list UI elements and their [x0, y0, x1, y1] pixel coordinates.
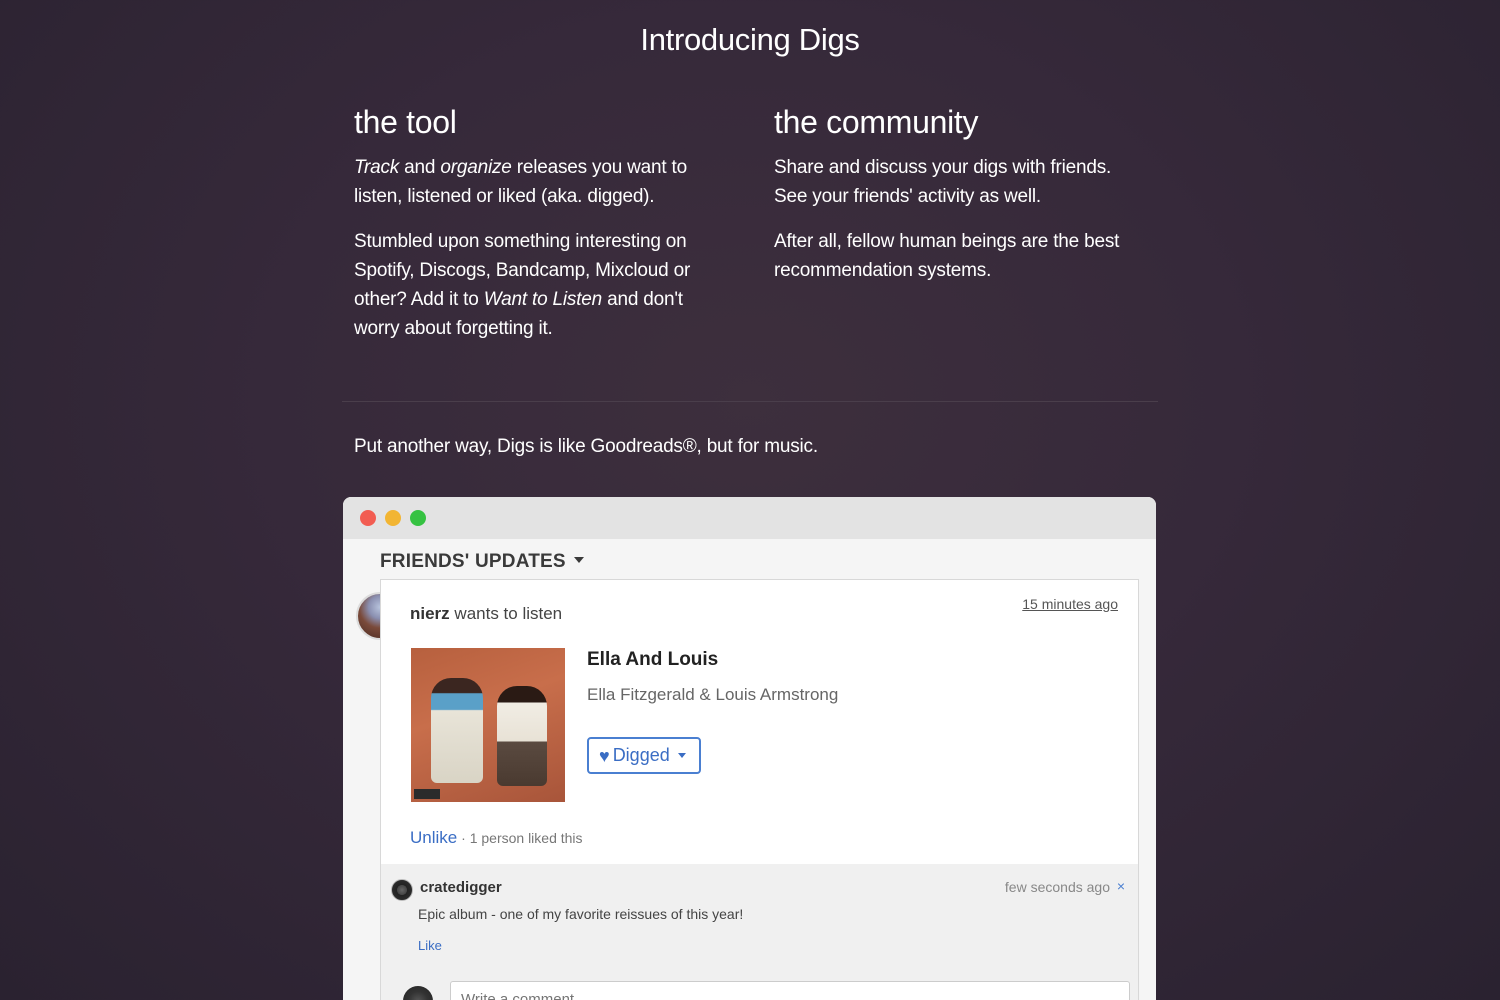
- avatar[interactable]: [391, 879, 413, 901]
- and-text: and: [399, 157, 441, 178]
- comment-input[interactable]: [450, 981, 1130, 1000]
- community-paragraph-2: After all, fellow human beings are the b…: [774, 231, 1120, 281]
- want-to-listen-emphasis: Want to Listen: [483, 289, 603, 310]
- comment-author[interactable]: cratedigger: [420, 879, 502, 896]
- track-emphasis: Track: [354, 157, 400, 178]
- app-window-mockup: FRIENDS' UPDATES nierz wants to listen 1…: [343, 497, 1156, 1000]
- like-row: Unlike · 1 person liked this: [410, 828, 583, 848]
- window-titlebar: [343, 497, 1156, 539]
- page-title: Introducing Digs: [640, 22, 860, 57]
- organize-emphasis: organize: [440, 157, 512, 178]
- friends-updates-label: FRIENDS' UPDATES: [380, 551, 566, 572]
- caret-down-icon: [573, 556, 584, 563]
- activity-line: nierz wants to listen: [410, 604, 562, 624]
- community-section: the community Share and discuss your dig…: [774, 100, 1144, 301]
- avatar: [403, 986, 433, 1000]
- tool-heading: the tool: [354, 104, 457, 140]
- release-artist[interactable]: Ella Fitzgerald & Louis Armstrong: [587, 685, 838, 705]
- section-divider: [342, 401, 1158, 402]
- activity-user[interactable]: nierz: [410, 604, 450, 623]
- tool-paragraph-1: Track and organize releases you want to …: [354, 153, 724, 211]
- chevron-down-icon: [677, 753, 686, 758]
- activity-card: nierz wants to listen 15 minutes ago Ell…: [380, 579, 1139, 1000]
- comments-section: cratedigger few seconds ago × Epic album…: [381, 864, 1138, 1000]
- community-paragraph-1: Share and discuss your digs with friends…: [774, 157, 1112, 207]
- release-title[interactable]: Ella And Louis: [587, 649, 718, 671]
- friends-updates-dropdown[interactable]: FRIENDS' UPDATES: [380, 551, 584, 573]
- activity-action: wants to listen: [449, 604, 563, 623]
- close-window-dot: [360, 510, 376, 526]
- tool-paragraph-2: Stumbled upon something interesting on S…: [354, 227, 724, 343]
- community-heading: the community: [774, 104, 979, 140]
- maximize-window-dot: [410, 510, 426, 526]
- minimize-window-dot: [385, 510, 401, 526]
- unlike-link[interactable]: Unlike: [410, 828, 457, 847]
- comment-time: few seconds ago: [1004, 879, 1110, 895]
- activity-timestamp-link[interactable]: 15 minutes ago: [1022, 596, 1118, 612]
- tool-section: the tool Track and organize releases you…: [354, 100, 724, 359]
- tagline: Put another way, Digs is like Goodreads®…: [354, 436, 818, 457]
- album-cover[interactable]: [411, 648, 565, 802]
- comment-text: Epic album - one of my favorite reissues…: [418, 906, 744, 922]
- comment-like-link[interactable]: Like: [418, 938, 442, 953]
- heart-icon: ♥: [599, 745, 610, 766]
- close-icon[interactable]: ×: [1117, 878, 1125, 894]
- digged-status-button[interactable]: ♥ Digged: [587, 737, 701, 774]
- digged-label: Digged: [612, 745, 670, 765]
- likes-summary: · 1 person liked this: [457, 830, 583, 846]
